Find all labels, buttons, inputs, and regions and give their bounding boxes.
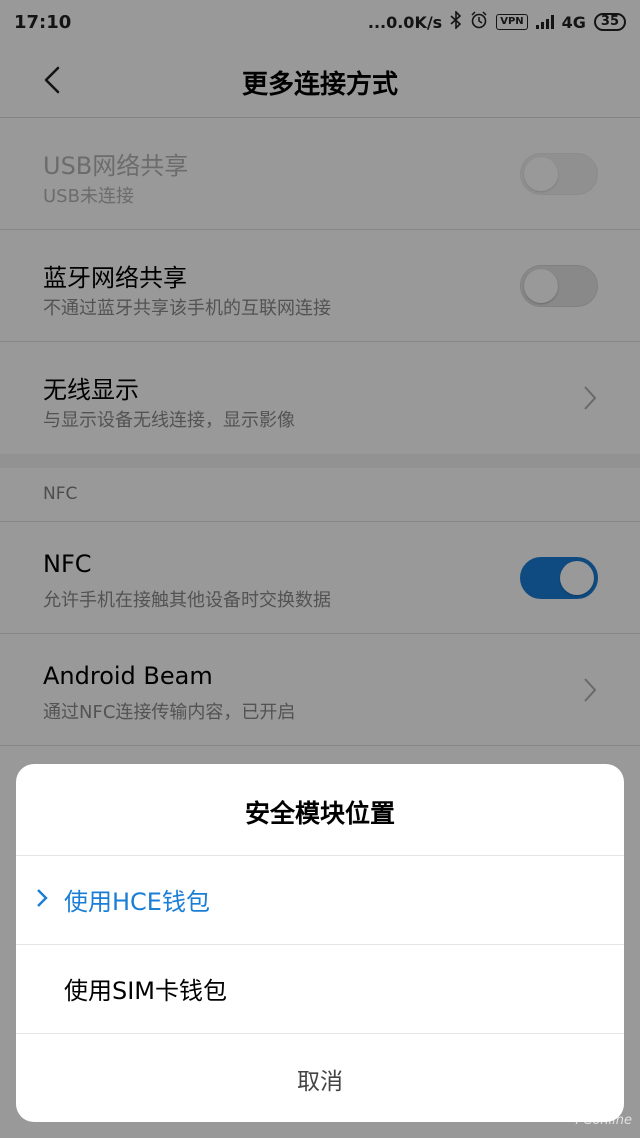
dialog-header: 安全模块位置	[16, 764, 624, 856]
option-hce-wallet[interactable]: 使用HCE钱包	[16, 856, 624, 945]
dialog-title: 安全模块位置	[244, 799, 395, 828]
watermark-logo: PConline	[575, 1113, 632, 1128]
option-hce-wallet-label: 使用HCE钱包	[64, 888, 210, 916]
option-sim-wallet-label: 使用SIM卡钱包	[64, 977, 228, 1005]
secure-element-dialog: 安全模块位置 使用HCE钱包 使用SIM卡钱包 取消	[16, 764, 624, 1122]
selected-chevron-icon	[34, 886, 50, 910]
option-sim-wallet[interactable]: 使用SIM卡钱包	[16, 945, 624, 1034]
cancel-button[interactable]: 取消	[16, 1034, 624, 1122]
cancel-button-label: 取消	[297, 1069, 343, 1095]
